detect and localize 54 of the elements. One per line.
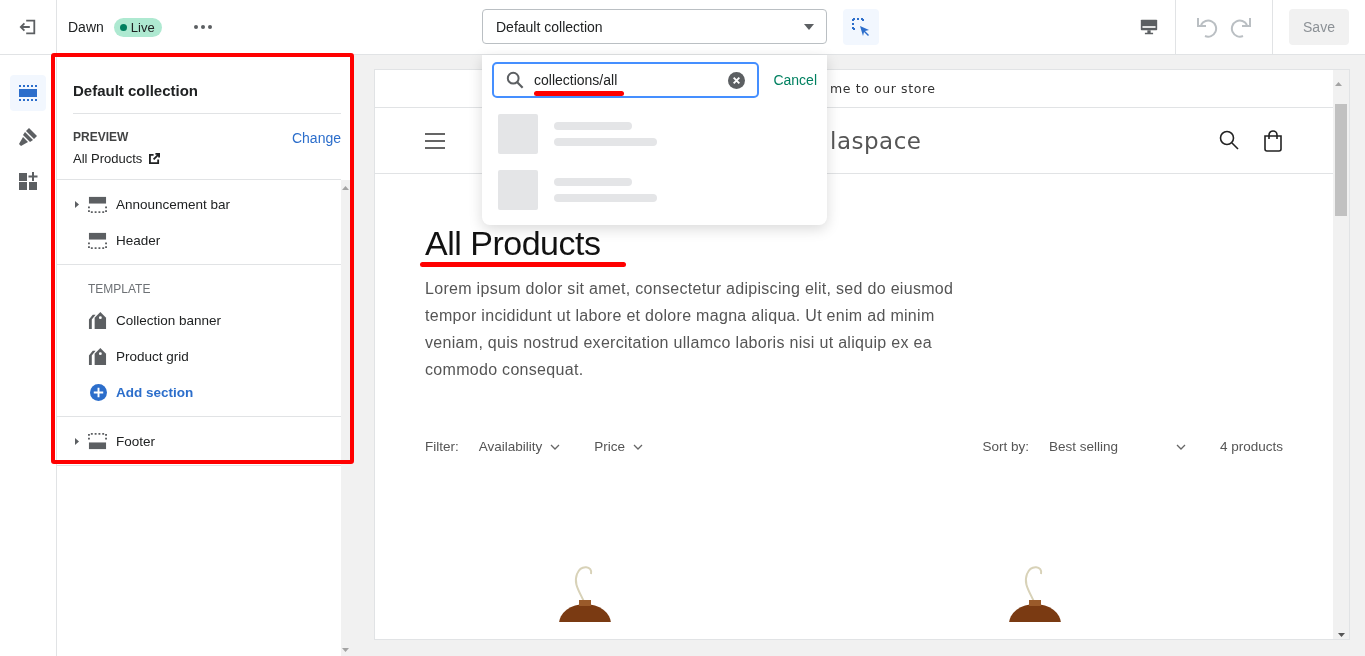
filter-label: Filter: (425, 439, 459, 454)
header-section-icon (88, 230, 107, 250)
chevron-down-icon (1175, 443, 1186, 450)
rail-tab[interactable] (10, 75, 46, 111)
add-section-link[interactable]: Add section (116, 384, 194, 400)
exit-icon[interactable] (19, 18, 37, 36)
change-link[interactable]: Change (291, 130, 341, 166)
section-item[interactable]: Header (116, 232, 161, 248)
chevron-down-icon (550, 443, 561, 450)
search-field[interactable]: collections/all (492, 62, 760, 98)
external-link-icon[interactable] (149, 153, 161, 164)
filter-dropdown[interactable]: Price (594, 439, 644, 454)
section-item[interactable]: Footer (116, 433, 156, 449)
paintbrush-icon (18, 127, 38, 147)
menu-icon[interactable] (425, 132, 445, 149)
sections-icon (18, 83, 38, 103)
scrollbar-thumb[interactable] (1335, 104, 1347, 216)
select-cursor-icon (851, 17, 871, 37)
announcement-text: me to our store (830, 81, 936, 96)
sort-label: Sort by: (982, 439, 1029, 454)
preview-label: PREVIEW (73, 130, 130, 144)
cancel-button[interactable]: Cancel (773, 72, 817, 88)
status-badge: Live (113, 17, 162, 37)
panel-title: Default collection (73, 55, 341, 114)
expand-caret-icon[interactable] (75, 436, 79, 446)
expand-caret-icon[interactable] (75, 199, 79, 209)
more-icon[interactable] (193, 25, 212, 29)
template-select[interactable]: Default collection (482, 9, 827, 44)
caret-icon (804, 23, 814, 30)
store-name[interactable]: laspace (830, 127, 922, 154)
section-item[interactable]: Announcement bar (116, 196, 231, 212)
sort-dropdown[interactable]: Best selling (1048, 439, 1186, 454)
section-item[interactable]: Product grid (116, 348, 189, 364)
search-icon (506, 71, 524, 89)
product-count: 4 products (1219, 439, 1283, 454)
group-heading: TEMPLATE (87, 281, 152, 298)
header-section-icon (88, 194, 107, 214)
theme-name: Dawn (68, 19, 104, 35)
tags-icon (88, 346, 107, 366)
collection-title: All Products (425, 224, 602, 262)
footer-section-icon (88, 431, 107, 451)
add-block-icon (18, 171, 38, 191)
preview-page-name: All Products (73, 151, 143, 166)
clear-icon[interactable] (728, 71, 746, 89)
filter-dropdown[interactable]: Availability (478, 439, 561, 454)
search-icon[interactable] (1219, 129, 1239, 150)
cart-icon[interactable] (1263, 129, 1283, 152)
collection-description: Lorem ipsum dolor sit amet, consectetur adipiscing elit, sed do eiusmod tempor incididunt ut labore et dolore magna aliqua. Ut enim ad minim veniam, quis nostrud exercitation ullamco laboris nisi ut aliquip ex ea commodo consequat. (425, 279, 955, 380)
section-item[interactable]: Collection banner (116, 312, 222, 328)
add-icon[interactable] (90, 383, 107, 401)
tags-icon (88, 310, 107, 330)
chevron-down-icon (633, 443, 644, 450)
scroll-down-icon[interactable] (1337, 633, 1345, 637)
inspector-button[interactable] (843, 9, 879, 45)
